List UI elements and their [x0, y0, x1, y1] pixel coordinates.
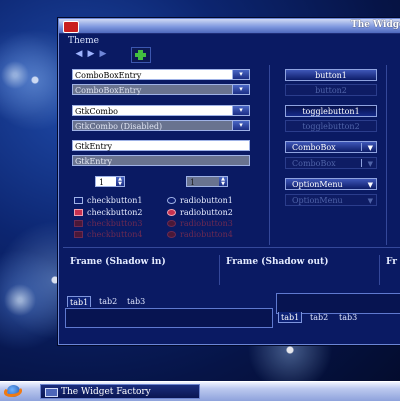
togglebutton1[interactable]: togglebutton1 — [285, 105, 377, 117]
titlebar[interactable]: The Widget Factory — [59, 19, 400, 34]
radio-icon — [167, 220, 176, 227]
notebook1-tab3[interactable]: tab3 — [125, 296, 147, 307]
spin-button-1-value: 1 — [99, 178, 105, 187]
radiobutton-4-label: radiobutton4 — [180, 230, 233, 239]
radiobutton-1[interactable]: radiobutton1 — [167, 196, 233, 206]
radiobutton-3: radiobutton3 — [167, 219, 233, 229]
notebook-bottom-tabs — [276, 293, 400, 314]
fox-icon — [4, 387, 22, 397]
window-title: The Widget Factory — [351, 20, 400, 30]
widget-factory-window: The Widget Factory Theme ◀ ▶ ▶ ComboBoxE… — [58, 18, 400, 345]
window-menu-icon[interactable] — [63, 21, 79, 33]
combobox-entry-2: ComboBoxEntry ▾ — [72, 84, 250, 95]
arrow-right-icon[interactable]: ▶ — [85, 49, 97, 60]
optionmenu-button-disabled-label: OptionMenu — [292, 196, 343, 205]
checkbutton-3-label: checkbutton3 — [87, 219, 143, 228]
arrow-left-icon[interactable]: ◀ — [73, 49, 85, 60]
checkbutton-4: checkbutton4 — [74, 230, 142, 240]
togglebutton2: togglebutton2 — [285, 120, 377, 132]
gtk-combo-disabled: GtkCombo (Disabled) ▾ — [72, 120, 250, 131]
spin-button-2-value: 1 — [190, 178, 196, 187]
checkbox-icon — [74, 231, 83, 238]
plus-icon[interactable] — [131, 47, 151, 63]
notebook2-tab3[interactable]: tab3 — [337, 312, 359, 323]
checkbox-icon[interactable] — [74, 197, 83, 204]
checkbutton-1[interactable]: checkbutton1 — [74, 196, 142, 206]
combobox-button[interactable]: ComboBox ▼ — [285, 141, 377, 153]
combobox-separator — [361, 159, 362, 167]
taskbar: The Widget Factory — [0, 381, 400, 401]
taskbar-item-label: The Widget Factory — [61, 387, 151, 397]
radiobutton-2-label: radiobutton2 — [180, 208, 233, 217]
notebook2-tab1[interactable]: tab1 — [278, 312, 303, 323]
window-icon — [45, 388, 58, 397]
radiobutton-3-label: radiobutton3 — [180, 219, 233, 228]
radiobutton-2[interactable]: radiobutton2 — [167, 208, 233, 218]
radio-icon — [167, 231, 176, 238]
frame-divider — [379, 255, 380, 285]
checkbutton-2-label: checkbutton2 — [87, 208, 143, 217]
notebook1-tab2[interactable]: tab2 — [97, 296, 119, 307]
chevron-down-icon: ▼ — [367, 181, 373, 189]
column-separator — [386, 65, 387, 245]
combobox-entry-1-text: ComboBoxEntry — [75, 71, 142, 80]
frame-shadow-in-label: Frame (Shadow in) — [70, 257, 166, 267]
notebook1-tab1[interactable]: tab1 — [67, 296, 92, 307]
theme-menu[interactable]: Theme — [68, 36, 99, 46]
checkbox-icon — [74, 220, 83, 227]
chevron-down-icon: ▼ — [367, 144, 373, 152]
chevron-down-icon: ▾ — [232, 121, 249, 130]
checkbox-checked-icon[interactable] — [74, 209, 83, 216]
checkbutton-2[interactable]: checkbutton2 — [74, 208, 142, 218]
checkbutton-1-label: checkbutton1 — [87, 196, 143, 205]
chevron-down-icon: ▼ — [367, 197, 373, 205]
spin-arrows-icon: ▲ ▼ — [219, 177, 227, 186]
arrow-right-icon[interactable]: ▶ — [97, 49, 109, 60]
notebook2-tab2[interactable]: tab2 — [308, 312, 330, 323]
combobox-entry-2-text: ComboBoxEntry — [75, 86, 142, 95]
firefox-icon[interactable] — [4, 384, 24, 398]
radio-selected-icon[interactable] — [167, 209, 176, 216]
button1[interactable]: button1 — [285, 69, 377, 81]
combobox-button-disabled-label: ComboBox — [292, 159, 336, 168]
combobox-button-disabled: ComboBox ▼ — [285, 157, 377, 169]
column-separator — [269, 65, 270, 245]
frames-separator — [63, 247, 400, 248]
chevron-down-icon: ▾ — [232, 85, 249, 94]
radio-icon[interactable] — [167, 197, 176, 204]
gtk-entry-disabled: GtkEntry — [72, 155, 250, 166]
frame-shadow-out-label: Frame (Shadow out) — [226, 257, 329, 267]
gtk-combo-text: GtkCombo — [75, 107, 118, 116]
chevron-down-icon: ▼ — [367, 160, 373, 168]
frame-divider — [219, 255, 220, 285]
checkbutton-4-label: checkbutton4 — [87, 230, 143, 239]
button2: button2 — [285, 84, 377, 96]
optionmenu-button-disabled: OptionMenu ▼ — [285, 194, 377, 206]
combobox-separator — [361, 143, 362, 151]
notebook-top-tabs — [65, 308, 273, 328]
combobox-button-label: ComboBox — [292, 143, 336, 152]
checkbutton-3: checkbutton3 — [74, 219, 142, 229]
spin-arrows-icon[interactable]: ▲ ▼ — [116, 177, 124, 186]
chevron-down-icon[interactable]: ▾ — [232, 70, 249, 79]
gtk-entry[interactable]: GtkEntry — [72, 140, 250, 151]
optionmenu-button[interactable]: OptionMenu ▼ — [285, 178, 377, 190]
combobox-entry-1[interactable]: ComboBoxEntry ▾ — [72, 69, 250, 80]
chevron-down-icon[interactable]: ▾ — [232, 106, 249, 115]
spin-button-1[interactable]: 1 ▲ ▼ — [95, 176, 125, 187]
taskbar-item-widget-factory[interactable]: The Widget Factory — [40, 384, 200, 399]
gtk-combo[interactable]: GtkCombo ▾ — [72, 105, 250, 116]
gtk-combo-disabled-text: GtkCombo (Disabled) — [75, 122, 163, 131]
spin-button-2: 1 ▲ ▼ — [186, 176, 228, 187]
optionmenu-button-label: OptionMenu — [292, 180, 343, 189]
radiobutton-1-label: radiobutton1 — [180, 196, 233, 205]
frame-third-label: Fr — [386, 257, 397, 267]
radiobutton-4: radiobutton4 — [167, 230, 233, 240]
